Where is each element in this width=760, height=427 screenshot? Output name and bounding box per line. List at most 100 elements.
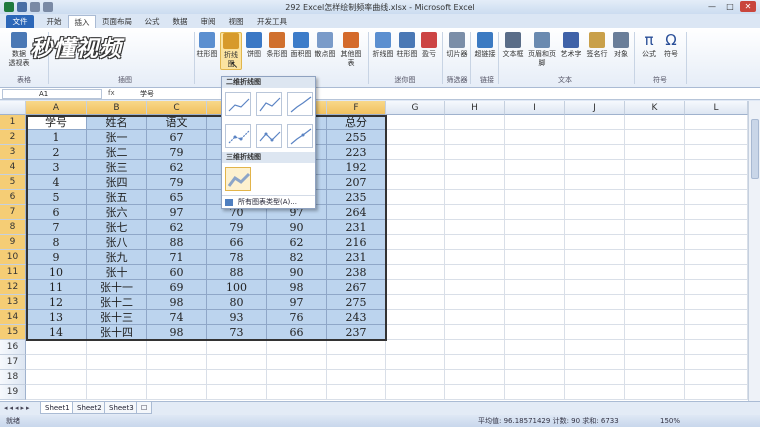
cell[interactable] xyxy=(87,385,147,400)
tab-7[interactable]: 视图 xyxy=(224,15,248,28)
cell[interactable]: 10 xyxy=(26,265,87,280)
cell[interactable] xyxy=(445,325,505,340)
row-header-19[interactable]: 19 xyxy=(0,385,26,400)
cell[interactable]: 7 xyxy=(26,220,87,235)
cell[interactable] xyxy=(625,160,685,175)
cell[interactable]: 237 xyxy=(327,325,386,340)
ribbon-button-7[interactable]: 其他图表 xyxy=(338,32,364,68)
tab-3[interactable]: 页面布局 xyxy=(98,15,136,28)
cell[interactable]: 张七 xyxy=(87,220,147,235)
cell[interactable]: 张十四 xyxy=(87,325,147,340)
cell[interactable] xyxy=(625,145,685,160)
cell[interactable] xyxy=(386,145,445,160)
new-sheet-icon[interactable]: ☐ xyxy=(136,402,153,414)
ribbon-button-4[interactable]: 条形图 xyxy=(266,32,288,59)
cell[interactable]: 张四 xyxy=(87,175,147,190)
cell[interactable]: 62 xyxy=(147,160,207,175)
cell[interactable]: 97 xyxy=(267,295,327,310)
cell[interactable] xyxy=(445,250,505,265)
cell[interactable]: 73 xyxy=(207,325,267,340)
row-header-4[interactable]: 4 xyxy=(0,160,26,175)
cell[interactable] xyxy=(445,175,505,190)
cell[interactable] xyxy=(386,265,445,280)
spreadsheet-grid[interactable]: ABCDEFGHIJKL1学号姓名语文数学英语总分21张一67989025532… xyxy=(0,101,760,401)
row-header-10[interactable]: 10 xyxy=(0,250,26,265)
cell[interactable] xyxy=(386,160,445,175)
cell[interactable]: 69 xyxy=(147,280,207,295)
sheet-tab-Sheet2[interactable]: Sheet2 xyxy=(72,402,107,414)
cell[interactable] xyxy=(625,325,685,340)
cell[interactable] xyxy=(565,265,625,280)
maximize-button[interactable]: □ xyxy=(722,1,738,12)
cell[interactable]: 4 xyxy=(26,175,87,190)
cell[interactable] xyxy=(505,265,565,280)
cell[interactable]: 264 xyxy=(327,205,386,220)
cell[interactable]: 80 xyxy=(207,295,267,310)
line-3d-option[interactable] xyxy=(225,167,251,191)
column-header-K[interactable]: K xyxy=(625,101,685,115)
cell[interactable] xyxy=(87,355,147,370)
ribbon-button-6[interactable]: 散点图 xyxy=(314,32,336,59)
cell[interactable] xyxy=(207,370,267,385)
cell[interactable] xyxy=(685,265,748,280)
cell[interactable] xyxy=(505,190,565,205)
cell[interactable] xyxy=(565,220,625,235)
cell[interactable] xyxy=(565,205,625,220)
cell[interactable] xyxy=(505,220,565,235)
cell[interactable]: 66 xyxy=(207,235,267,250)
cell[interactable]: 231 xyxy=(327,250,386,265)
cell[interactable] xyxy=(685,190,748,205)
cell[interactable]: 张五 xyxy=(87,190,147,205)
column-header-A[interactable]: A xyxy=(26,101,87,115)
cell[interactable] xyxy=(386,310,445,325)
cell[interactable]: 235 xyxy=(327,190,386,205)
cell[interactable]: 6 xyxy=(26,205,87,220)
ribbon-button-13[interactable]: 文本框 xyxy=(502,32,524,59)
cell[interactable] xyxy=(685,385,748,400)
cell[interactable] xyxy=(267,385,327,400)
cell[interactable] xyxy=(625,205,685,220)
tab-8[interactable]: 开发工具 xyxy=(252,15,292,28)
ribbon-button-11[interactable]: 切片器 xyxy=(446,32,468,59)
row-header-3[interactable]: 3 xyxy=(0,145,26,160)
cell[interactable]: 13 xyxy=(26,310,87,325)
cell[interactable] xyxy=(565,190,625,205)
cell[interactable] xyxy=(685,280,748,295)
cell[interactable] xyxy=(685,115,748,130)
select-all-corner[interactable] xyxy=(0,101,26,115)
cell[interactable] xyxy=(386,370,445,385)
cell[interactable] xyxy=(565,115,625,130)
cell[interactable] xyxy=(625,220,685,235)
cell[interactable]: 231 xyxy=(327,220,386,235)
row-header-12[interactable]: 12 xyxy=(0,280,26,295)
cell[interactable]: 192 xyxy=(327,160,386,175)
cell[interactable] xyxy=(445,310,505,325)
cell[interactable] xyxy=(505,235,565,250)
cell[interactable] xyxy=(386,205,445,220)
cell[interactable]: 90 xyxy=(267,220,327,235)
cell[interactable]: 90 xyxy=(267,265,327,280)
cell[interactable]: 275 xyxy=(327,295,386,310)
sheet-tab-Sheet1[interactable]: Sheet1 xyxy=(40,402,75,414)
ribbon-button-9[interactable]: 柱形图 xyxy=(396,32,418,59)
stacked-markers-option[interactable] xyxy=(256,124,282,148)
cell[interactable] xyxy=(685,250,748,265)
ribbon-button-16[interactable]: 签名行 xyxy=(586,32,608,59)
row-header-13[interactable]: 13 xyxy=(0,295,26,310)
cell[interactable] xyxy=(565,370,625,385)
ribbon-button-3[interactable]: 饼图 xyxy=(244,32,264,59)
cell[interactable]: 张十一 xyxy=(87,280,147,295)
cell[interactable] xyxy=(565,295,625,310)
cell[interactable] xyxy=(565,310,625,325)
cell[interactable]: 207 xyxy=(327,175,386,190)
cell[interactable] xyxy=(445,160,505,175)
line-markers-option[interactable] xyxy=(225,124,251,148)
cell[interactable] xyxy=(267,340,327,355)
cell[interactable] xyxy=(386,340,445,355)
cell[interactable]: 65 xyxy=(147,190,207,205)
ribbon-button-10[interactable]: 盈亏 xyxy=(420,32,438,59)
cell[interactable] xyxy=(625,235,685,250)
cell[interactable] xyxy=(505,280,565,295)
percent-markers-option[interactable] xyxy=(287,124,313,148)
row-header-11[interactable]: 11 xyxy=(0,265,26,280)
